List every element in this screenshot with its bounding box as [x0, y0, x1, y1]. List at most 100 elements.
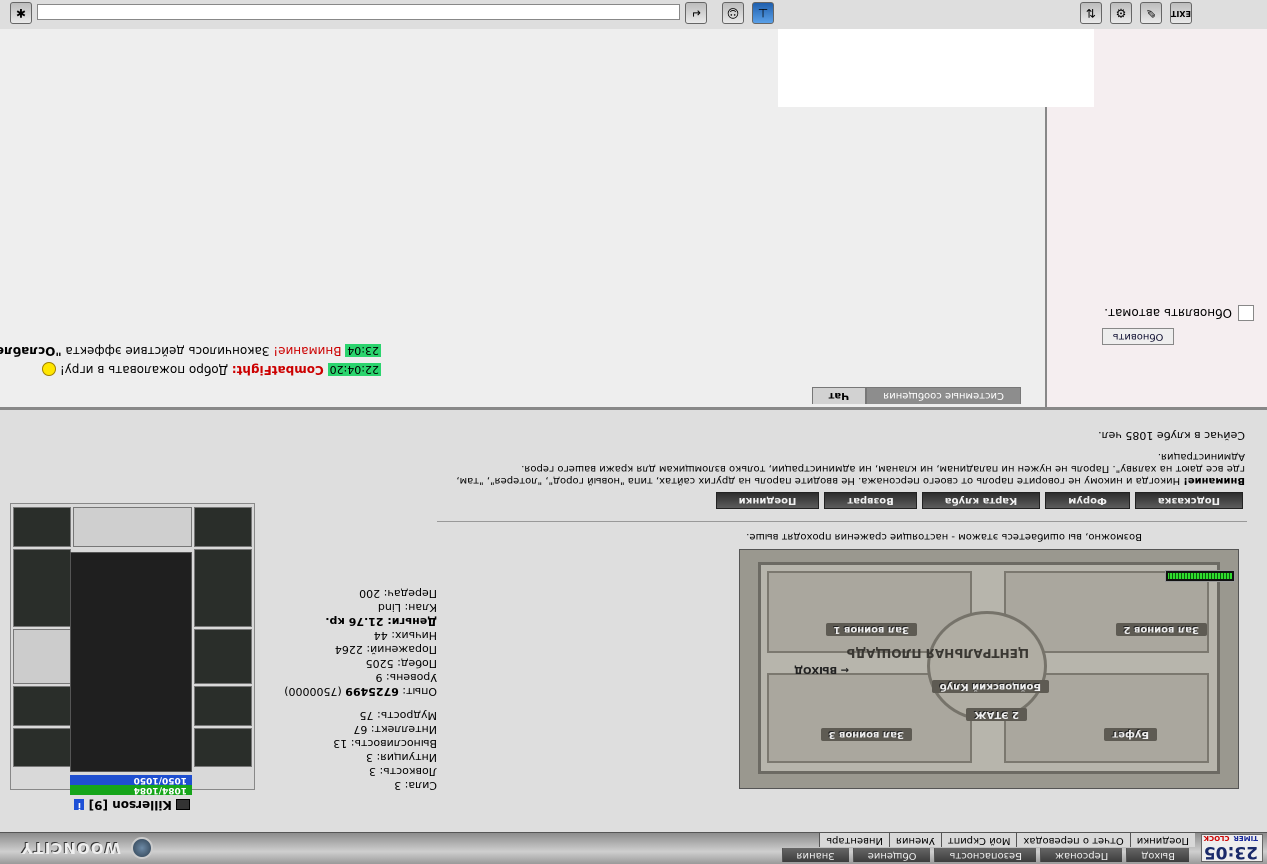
character-avatar	[70, 552, 192, 772]
message-time[interactable]: 22:04:20	[327, 363, 381, 376]
map-label-club: Бойцовский Клуб	[931, 680, 1049, 693]
send-icon[interactable]: ↵	[685, 2, 707, 24]
map-label-hall3: Зал воинов 3	[820, 728, 912, 741]
mana-bar: 1050/1050	[70, 775, 192, 785]
chat-input[interactable]	[37, 4, 680, 20]
slot-amulet[interactable]	[13, 507, 71, 547]
character-stats: Сила: 3 Ловкость: 3 Интуиция: 3 Вынослив…	[257, 586, 437, 792]
stat-level: Уровень: 9	[375, 671, 437, 684]
pin-icon[interactable]: ⊥	[752, 2, 774, 24]
map-health-bar	[1165, 570, 1235, 582]
clock-label: CLOCK	[1203, 834, 1230, 842]
chat-messages: 22:04:20 CombatFight: Добро пожаловать в…	[0, 341, 387, 379]
nav-fights[interactable]: Поединки	[1129, 833, 1195, 847]
stat-transfers: Передач: 200	[359, 587, 437, 600]
slot-armor[interactable]	[13, 549, 71, 627]
stat-endurance: Выносливость: 13	[333, 737, 437, 750]
nav-my-script[interactable]: Мой Скрипт	[940, 833, 1017, 847]
message-text: Добро пожаловать в игру!	[59, 363, 228, 377]
clan-flag-icon	[176, 799, 190, 810]
exit-icon[interactable]: EXIT	[1170, 2, 1192, 24]
tab-chat[interactable]: Чат	[811, 387, 867, 404]
map-central-square[interactable]	[927, 611, 1047, 721]
main-nav: Выход Персонаж Безопасность Общение Знан…	[778, 848, 1189, 862]
stat-clan: Клан: Lind	[377, 601, 437, 614]
timer-label: TIMER	[1233, 834, 1258, 842]
map-label-hall1: Зал воинов 1	[825, 623, 917, 636]
nav-skills[interactable]: Умения	[888, 833, 941, 847]
game-logo: WOONCITY	[7, 834, 157, 862]
tab-system-messages[interactable]: Системные сообщения	[866, 387, 1021, 404]
nav-character[interactable]: Персонаж	[1039, 848, 1123, 862]
divider	[437, 521, 1247, 522]
nav-communication[interactable]: Общение	[852, 848, 931, 862]
forum-button[interactable]: Форум	[1045, 492, 1130, 509]
chat-message: 22:04:20 CombatFight: Добро пожаловать в…	[0, 360, 387, 379]
nav-knowledge[interactable]: Знания	[781, 848, 849, 862]
slot-bracers[interactable]	[13, 686, 71, 726]
nav-security[interactable]: Безопасность	[934, 848, 1036, 862]
return-button[interactable]: Возврат	[824, 492, 917, 509]
map-label-floor: 2 ЭТАЖ	[966, 708, 1027, 721]
refresh-button[interactable]: Обновить	[1102, 328, 1174, 345]
club-map[interactable]: Зал воинов 3 Буфет 2 ЭТАЖ Бойцовский Клу…	[739, 549, 1239, 789]
message-time[interactable]: 23:04	[345, 344, 381, 357]
action-buttons: Подсказка Форум Карта клуба Возврат Поед…	[715, 492, 1243, 509]
club-map-button[interactable]: Карта клуба	[921, 492, 1041, 509]
stat-draws: Ничьих: 44	[373, 629, 437, 642]
message-sender[interactable]: CombatFight:	[232, 363, 324, 377]
hp-mana-bars: 1084/1084 1050/1050	[70, 775, 192, 795]
auto-refresh-label: Обновлять автомат.	[1104, 306, 1232, 320]
stat-experience: Опыт: 6725499 (7500000)	[284, 685, 437, 698]
main-area: Зал воинов 3 Буфет 2 ЭТАЖ Бойцовский Клу…	[0, 410, 1267, 832]
stat-agility: Ловкость: 3	[369, 765, 437, 778]
settings-icon[interactable]: ✱	[10, 2, 32, 24]
slot-boots[interactable]	[194, 507, 252, 547]
clock-time: 23:05	[1203, 842, 1258, 862]
map-label-buffet: Буфет	[1104, 728, 1157, 741]
stat-money: Деньги: 21.76 кр.	[325, 615, 437, 628]
chat-tabs: Системные сообщения Чат	[811, 385, 1021, 404]
warning-sign: Администрация.	[1157, 451, 1245, 462]
bottom-navigation-bar: 23:05 TIMERCLOCK Выход Персонаж Безопасн…	[0, 832, 1267, 864]
slot-gloves[interactable]	[194, 686, 252, 726]
slot-weapon[interactable]	[194, 629, 252, 684]
slot-shield-empty[interactable]	[13, 629, 71, 684]
slot-belt[interactable]	[13, 728, 71, 767]
character-name-text: Killerson [9]	[88, 798, 172, 812]
smiley-icon	[42, 362, 57, 377]
map-floor: Зал воинов 3 Буфет 2 ЭТАЖ Бойцовский Клу…	[758, 562, 1220, 774]
warning-text: Никогда и никому не говорите пароль от с…	[456, 463, 1245, 486]
stat-wisdom: Мудрость: 75	[359, 709, 437, 722]
stat-wins: Побед: 5205	[365, 657, 437, 670]
smiley-list-icon[interactable]: ☺	[722, 2, 744, 24]
chat-area: Обновить Обновлять автомат. Системные со…	[0, 0, 1267, 410]
filter-icon[interactable]: ⚙	[1110, 2, 1132, 24]
character-name: Killerson [9] i	[74, 798, 190, 812]
nav-exit[interactable]: Выход	[1126, 848, 1189, 862]
checkbox-box[interactable]	[1238, 305, 1254, 321]
slot-leggings[interactable]	[194, 549, 252, 627]
gear-logo-icon	[131, 837, 153, 859]
clear-chat-icon[interactable]: ✎	[1140, 2, 1162, 24]
info-icon[interactable]: i	[74, 799, 85, 810]
fights-button[interactable]: Поединки	[715, 492, 820, 509]
security-warning: Внимание! Никогда и никому не говорите п…	[445, 450, 1245, 486]
map-caption: Возможно, вы ошибаетесь этажом - настоящ…	[746, 531, 1142, 542]
chat-toolbar: EXIT ✎ ⚙ ⇅ ⊥ ☺ ↵ ✱	[0, 0, 1267, 29]
map-label-exit: ← ВЫХОД	[794, 664, 849, 675]
chat-message: 23:04 Внимание! Закончилось действие эфф…	[0, 341, 387, 360]
message-text: Закончилось действие эффекта	[65, 344, 270, 358]
hint-button[interactable]: Подсказка	[1134, 492, 1243, 509]
translate-icon[interactable]: ⇅	[1080, 2, 1102, 24]
slot-helmet[interactable]	[194, 728, 252, 767]
slot-rings[interactable]	[73, 507, 192, 547]
nav-inventory[interactable]: Инвентарь	[819, 833, 889, 847]
map-label-central: ЦЕНТРАЛЬНАЯ ПЛОЩАДЬ	[846, 646, 1029, 660]
nav-transfer-report[interactable]: Отчет о переводах	[1016, 833, 1130, 847]
map-label-hall2: Зал воинов 2	[1115, 623, 1207, 636]
online-count: Сейчас в клубе 1085 чел.	[1098, 429, 1245, 442]
stat-intellect: Интеллект: 67	[353, 723, 437, 736]
auto-refresh-checkbox[interactable]: Обновлять автомат.	[1104, 305, 1254, 321]
message-sender: Внимание!	[273, 344, 342, 358]
